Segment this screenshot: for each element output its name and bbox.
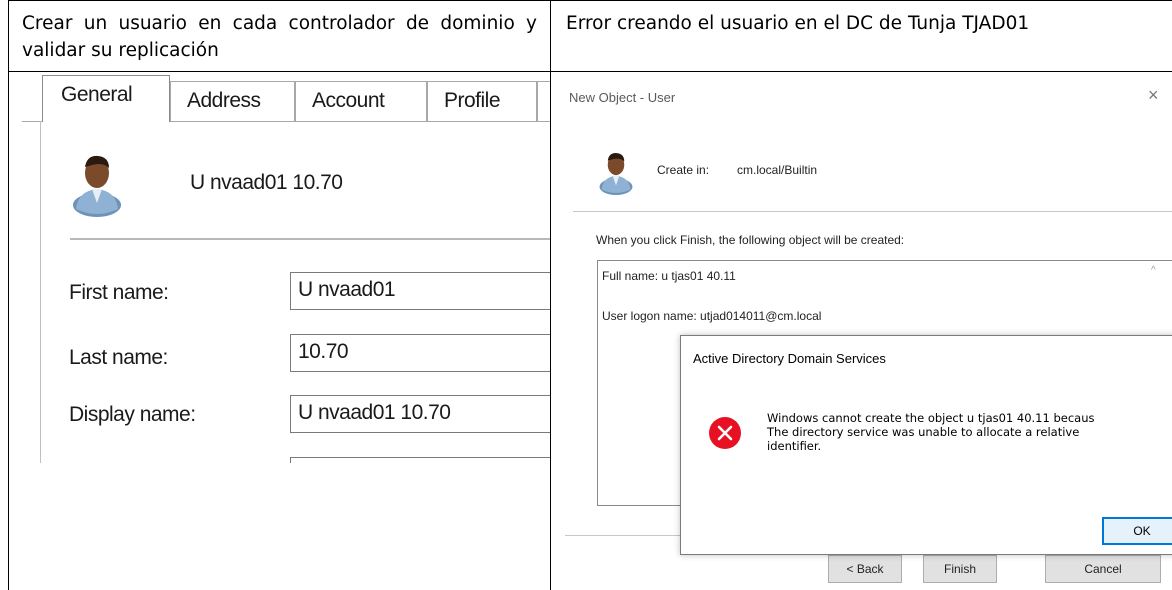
tab-account-label: Account — [312, 89, 385, 112]
separator — [70, 238, 550, 240]
document-table: Crear un usuario en cada controlador de … — [0, 0, 1172, 590]
display-name-heading: U nvaad01 10.70 — [190, 171, 343, 194]
create-in-value: cm.local/Builtin — [737, 163, 818, 177]
new-object-user-screenshot: New Object - User × Create in: cm.local/… — [565, 73, 1172, 590]
error-icon — [709, 417, 741, 449]
tab-address-label: Address — [187, 89, 261, 112]
user-avatar-icon — [73, 155, 121, 217]
table-row-divider — [8, 71, 1172, 72]
first-name-field[interactable]: U nvaad01 — [290, 272, 550, 310]
tab-partial[interactable] — [537, 81, 550, 121]
next-field-partial[interactable] — [290, 457, 550, 463]
tab-general-label: General — [61, 83, 133, 106]
tab-profile-label: Profile — [444, 89, 501, 112]
ok-button[interactable]: OK — [1102, 517, 1172, 545]
back-button[interactable]: < Back — [828, 555, 902, 583]
scroll-up-icon[interactable]: ^ — [1151, 265, 1156, 276]
info-text: When you click Finish, the following obj… — [596, 233, 905, 247]
display-name-field[interactable]: U nvaad01 10.70 — [290, 395, 550, 433]
table-border-left — [8, 0, 9, 590]
last-name-field[interactable]: 10.70 — [290, 334, 550, 372]
first-name-label: First name: — [69, 281, 169, 304]
tab-general[interactable]: General — [42, 75, 170, 122]
display-name-label: Display name: — [69, 403, 196, 426]
error-dialog-title: Active Directory Domain Services — [693, 351, 886, 366]
tab-strip: General Address Account Profile — [22, 73, 550, 122]
tab-address[interactable]: Address — [170, 81, 295, 121]
close-icon[interactable]: × — [1148, 85, 1159, 106]
dialog-title: New Object - User — [569, 90, 676, 105]
right-column-header: Error creando el usuario en el DC de Tun… — [566, 13, 1030, 34]
error-dialog: Active Directory Domain Services Windows… — [680, 335, 1172, 555]
left-column-header: Crear un usuario en cada controlador de … — [22, 13, 537, 61]
full-name-line: Full name: u tjas01 40.11 — [602, 269, 736, 283]
cancel-button[interactable]: Cancel — [1045, 555, 1161, 583]
tab-profile[interactable]: Profile — [427, 81, 537, 121]
table-border-middle — [550, 0, 551, 590]
finish-button[interactable]: Finish — [923, 555, 997, 583]
create-in-label: Create in: — [657, 163, 710, 177]
logon-name-line: User logon name: utjad014011@cm.local — [602, 309, 822, 323]
last-name-label: Last name: — [69, 346, 168, 369]
tab-account[interactable]: Account — [295, 81, 427, 121]
panel-border — [40, 121, 41, 463]
error-message: Windows cannot create the object u tjas0… — [767, 411, 1095, 453]
table-border-top — [8, 0, 1172, 1]
user-properties-screenshot: General Address Account Profile U nvaad0… — [22, 73, 550, 463]
user-avatar-icon — [599, 153, 633, 195]
separator — [573, 211, 1172, 212]
